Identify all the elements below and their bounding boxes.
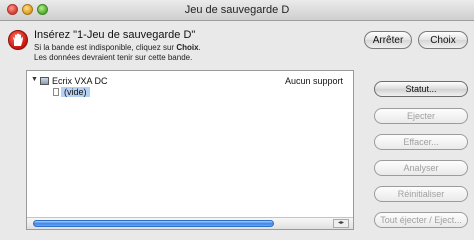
eject-all-button[interactable]: Tout éjecter / Eject... (374, 212, 468, 228)
tree-row-media[interactable]: (vide) (27, 87, 353, 99)
message-line-1-text: Si la bande est indisponible, cliquez su… (34, 43, 177, 52)
document-icon (53, 88, 59, 96)
message-line-2: Les données devraient tenir sur cette ba… (34, 53, 193, 62)
stop-button[interactable]: Arrêter (364, 31, 412, 49)
message-line-1-bold: Choix (176, 43, 199, 52)
progress-bar (33, 220, 274, 227)
drive-support-status: Aucun support (285, 76, 344, 86)
drive-name: Ecrix VXA DC (52, 76, 108, 86)
disclosure-triangle-icon[interactable]: ▼ (31, 76, 38, 83)
analyze-button[interactable]: Analyser (374, 160, 468, 176)
message-line-1-suffix: . (198, 43, 201, 52)
media-tree-panel: ▼ Ecrix VXA DC Aucun support (vide) ◂▸ (26, 70, 354, 230)
erase-button[interactable]: Effacer... (374, 134, 468, 150)
title-bar: Jeu de sauvegarde D (0, 0, 474, 21)
choice-button[interactable]: Choix (418, 31, 468, 49)
media-label: (vide) (61, 87, 90, 97)
message-line-1: Si la bande est indisponible, cliquez su… (34, 43, 201, 52)
message-title: Insérez "1-Jeu de sauvegarde D" (34, 29, 196, 41)
tape-drive-icon (40, 77, 49, 85)
dialog-window: Jeu de sauvegarde D Insérez "1-Jeu de sa… (0, 0, 474, 240)
status-button[interactable]: Statut... (374, 81, 468, 97)
reset-button[interactable]: Réinitialiser (374, 186, 468, 202)
stop-hand-icon (8, 30, 28, 50)
window-title: Jeu de sauvegarde D (184, 4, 290, 16)
horizontal-scrollbar[interactable]: ◂▸ (27, 217, 353, 229)
scroll-arrows-icon[interactable]: ◂▸ (333, 219, 349, 228)
eject-button[interactable]: Ejecter (374, 108, 468, 124)
